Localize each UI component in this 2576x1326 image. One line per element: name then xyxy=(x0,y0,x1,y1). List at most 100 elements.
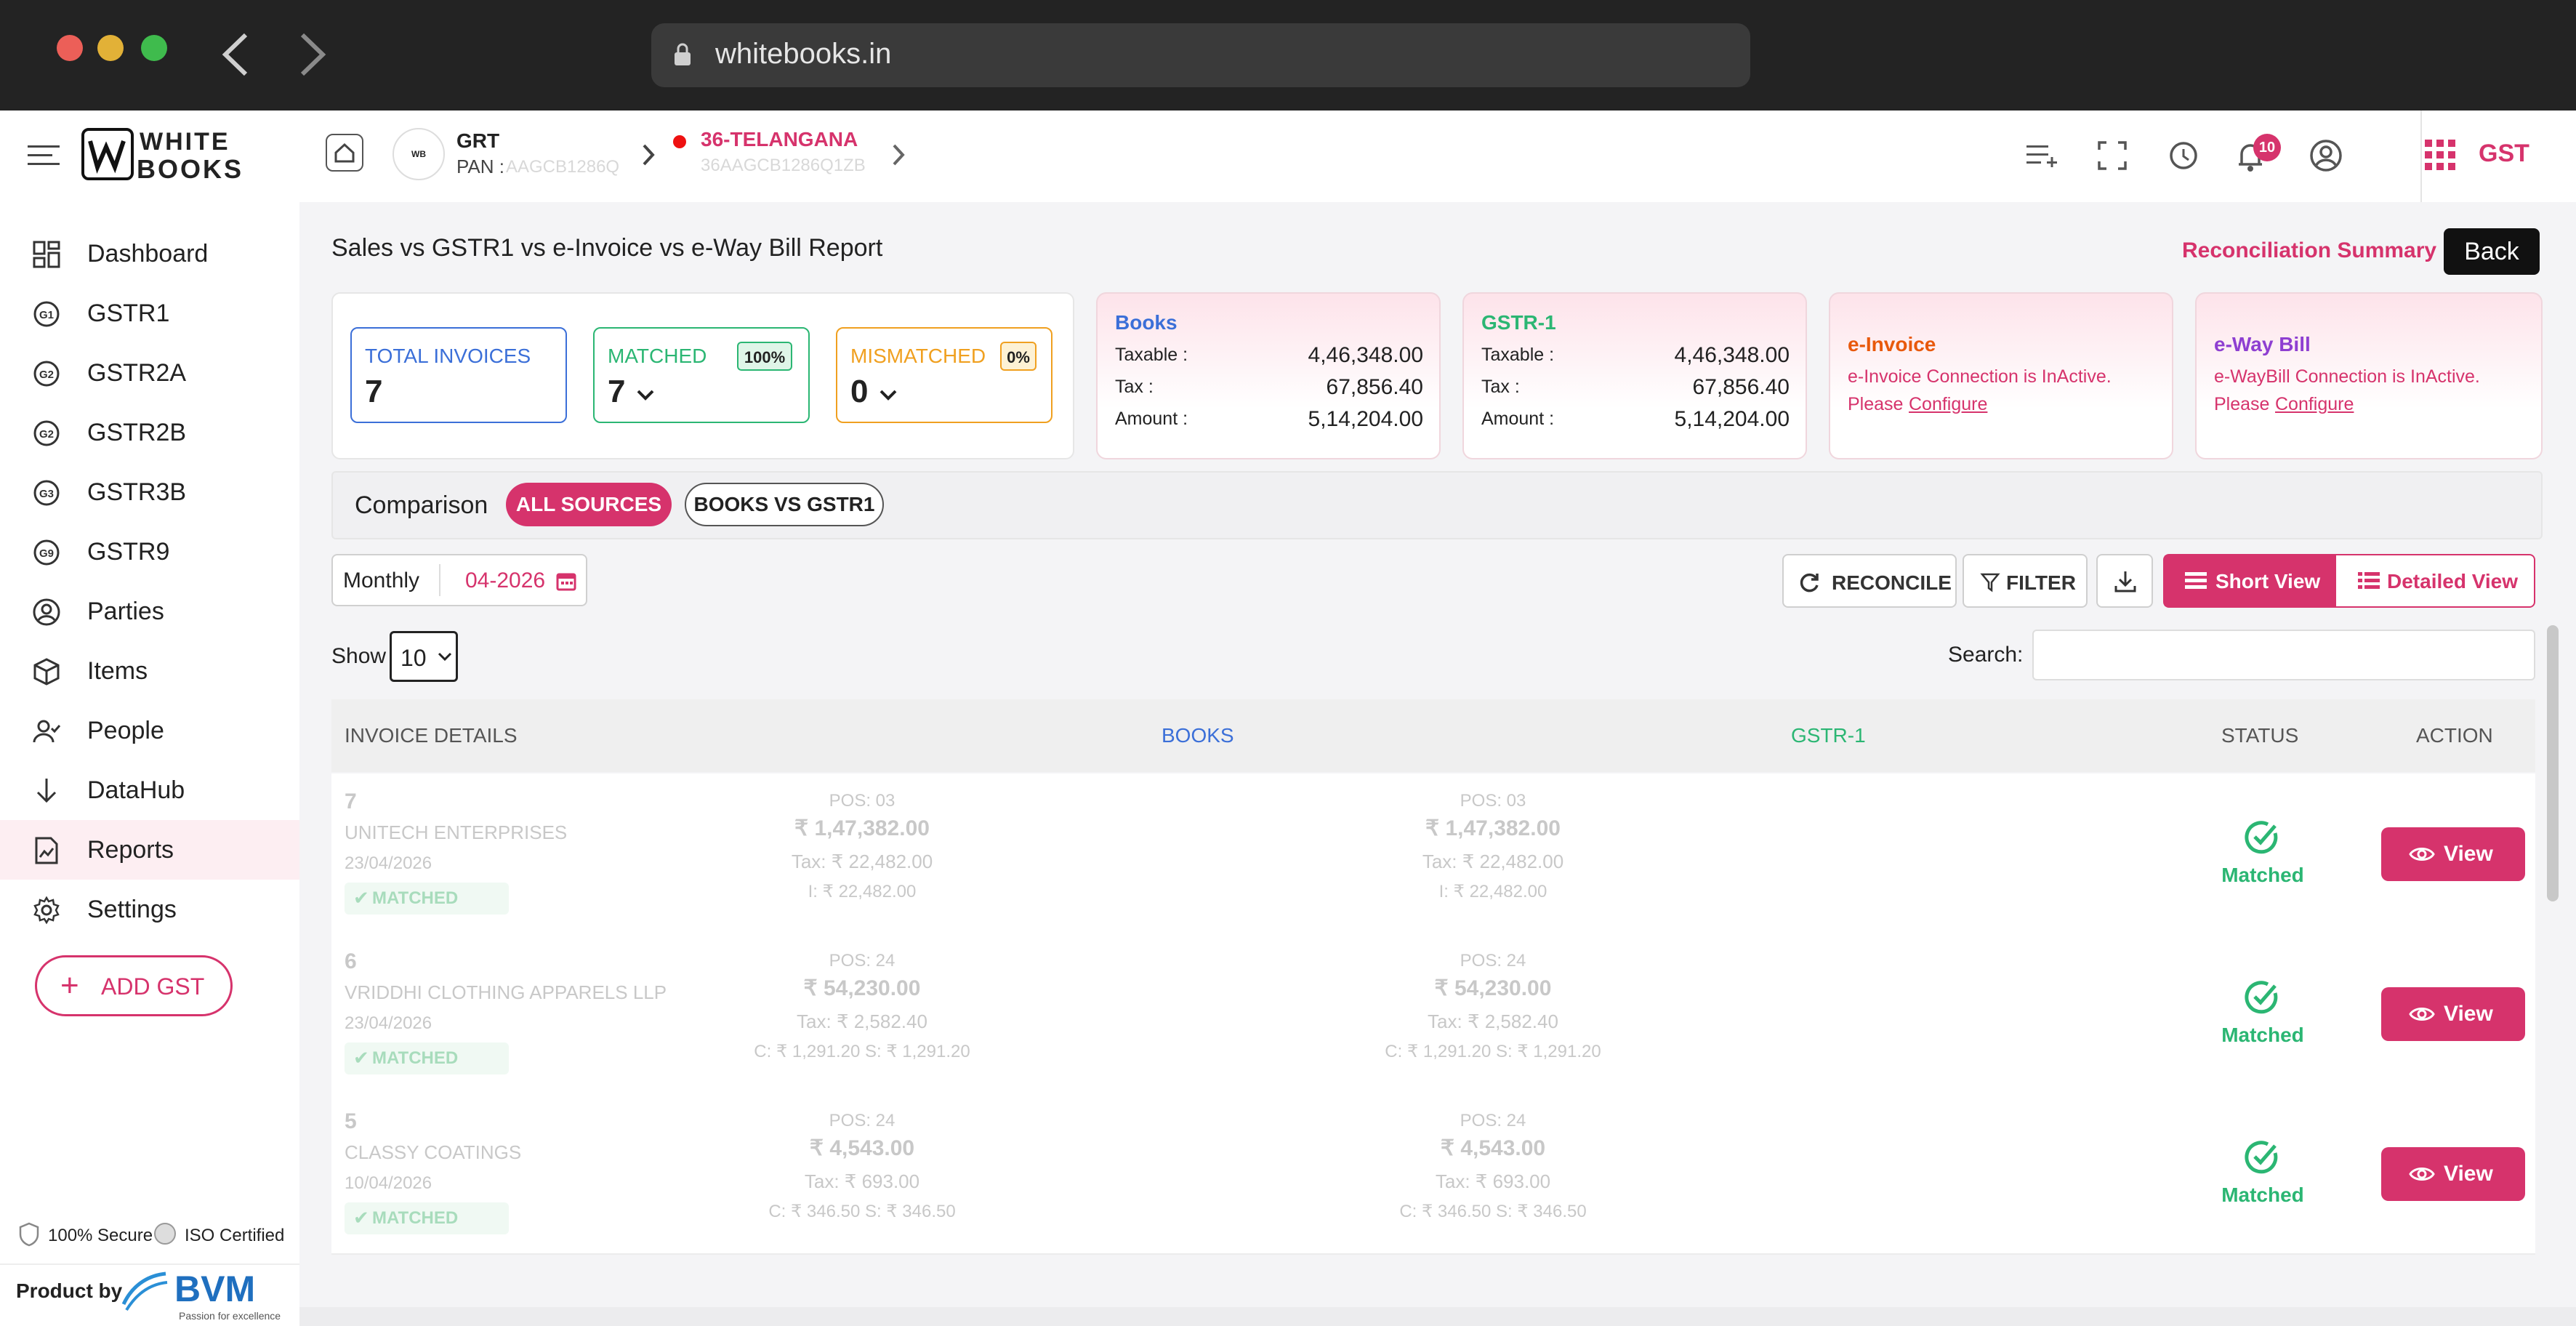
detailed-view-button[interactable]: Detailed View xyxy=(2336,555,2534,606)
sync-icon[interactable] xyxy=(2166,138,2201,173)
svg-text:G3: G3 xyxy=(39,488,54,500)
gstr-split: C: ₹ 1,291.20 S: ₹ 1,291.20 xyxy=(1385,1042,1601,1061)
g2-icon: G2 xyxy=(33,420,60,446)
sidebar-item-dashboard[interactable]: Dashboard xyxy=(0,224,299,284)
download-button[interactable] xyxy=(2096,554,2153,608)
chevron-right-icon[interactable] xyxy=(890,142,907,167)
einvoice-configure-link[interactable]: Configure xyxy=(1909,394,1987,415)
eye-icon xyxy=(2409,848,2435,861)
page-size-select[interactable]: 10 xyxy=(390,631,458,682)
period-selector[interactable]: Monthly 04-2026 xyxy=(331,554,587,606)
lock-icon xyxy=(675,43,691,65)
view-button[interactable]: View xyxy=(2381,827,2525,881)
menu-icon[interactable] xyxy=(28,142,60,169)
table-row: 7 UNITECH ENTERPRISES 23/04/2026 MATCHED ✔ PO… xyxy=(331,774,2535,935)
books-amount: ₹ 1,47,382.00 xyxy=(794,816,930,840)
period-value[interactable]: 04-2026 xyxy=(465,568,545,593)
period-type[interactable]: Monthly xyxy=(343,568,419,593)
gstr-tax: Tax: ₹ 2,582.40 xyxy=(1428,1010,1558,1032)
sidebar-item-settings[interactable]: Settings xyxy=(0,880,299,939)
mismatched-card[interactable]: MISMATCHED 0% 0 xyxy=(836,327,1052,423)
download-icon xyxy=(2114,571,2136,592)
gstr1-taxable-label: Taxable : xyxy=(1481,345,1555,365)
box-icon xyxy=(33,658,60,686)
module-switcher[interactable]: GST xyxy=(2420,110,2576,202)
total-invoices-label: TOTAL INVOICES xyxy=(365,345,531,367)
eway-message: e-WayBill Connection is InActive. xyxy=(2214,366,2480,387)
mismatched-percent-badge: 0% xyxy=(1000,342,1037,371)
matched-badge: MATCHED ✔ xyxy=(345,1042,509,1074)
chevron-down-icon xyxy=(637,390,654,401)
sidebar-item-gstr2b[interactable]: G2 GSTR2B xyxy=(0,403,299,462)
search-input[interactable] xyxy=(2032,630,2535,680)
books-tax-value: 67,856.40 xyxy=(1326,375,1423,399)
sidebar-item-parties[interactable]: Parties xyxy=(0,582,299,641)
books-summary-card: Books Taxable : 4,46,348.00 Tax : 67,856… xyxy=(1096,292,1441,459)
gstr1-amount-label: Amount : xyxy=(1481,409,1555,429)
back-arrow-icon[interactable] xyxy=(218,31,254,79)
close-window-button[interactable] xyxy=(57,35,83,61)
sidebar-item-gstr2a[interactable]: G2 GSTR2A xyxy=(0,343,299,403)
table-header: INVOICE DETAILS BOOKS GSTR-1 STATUS ACTI… xyxy=(331,699,2535,772)
back-button[interactable]: Back xyxy=(2444,228,2540,275)
view-button[interactable]: View xyxy=(2381,987,2525,1041)
status-label: Matched xyxy=(2221,1184,2304,1206)
matched-value: 7 xyxy=(608,374,626,409)
chevron-down-icon xyxy=(880,390,897,401)
reconciliation-summary-link[interactable]: Reconciliation Summary xyxy=(2182,238,2436,263)
short-view-button[interactable]: Short View xyxy=(2165,555,2336,606)
maximize-window-button[interactable] xyxy=(141,35,167,61)
secure-label: 100% Secure xyxy=(48,1226,153,1245)
bvm-swoosh-icon xyxy=(121,1271,168,1311)
sidebar-item-people[interactable]: People xyxy=(0,701,299,760)
sidebar-item-items[interactable]: Items xyxy=(0,641,299,701)
sidebar-item-reports[interactable]: Reports xyxy=(0,820,303,880)
gstr1-tax-label: Tax : xyxy=(1481,377,1520,397)
shield-icon xyxy=(19,1222,39,1247)
state-status-dot xyxy=(673,135,686,148)
invoice-date: 23/04/2026 xyxy=(345,1013,432,1033)
detailed-view-label: Detailed View xyxy=(2387,570,2519,592)
sidebar-divider xyxy=(0,1263,299,1265)
user-profile-icon[interactable] xyxy=(2309,138,2343,173)
sidebar-item-datahub[interactable]: DataHub xyxy=(0,760,299,820)
sidebar-item-label: DataHub xyxy=(87,776,185,804)
books-taxable-label: Taxable : xyxy=(1115,345,1188,365)
forward-arrow-icon[interactable] xyxy=(294,31,330,79)
add-list-icon[interactable] xyxy=(2025,140,2058,173)
sidebar-item-gstr1[interactable]: G1 GSTR1 xyxy=(0,284,299,343)
address-bar[interactable]: whitebooks.in xyxy=(651,23,1750,87)
mismatched-label: MISMATCHED xyxy=(850,345,986,367)
tab-books-vs-gstr1[interactable]: BOOKS VS GSTR1 xyxy=(685,483,884,526)
status-label: Matched xyxy=(2221,1024,2304,1046)
tab-all-sources[interactable]: ALL SOURCES xyxy=(506,483,672,526)
scrollbar-thumb[interactable] xyxy=(2547,625,2559,901)
view-button[interactable]: View xyxy=(2381,1147,2525,1201)
app-header: WHITE BOOKS WB GRT PAN : AAGCB1286Q 36-T… xyxy=(0,110,2576,204)
filter-button[interactable]: FILTER xyxy=(1963,554,2088,608)
table-row: 6 VRIDDHI CLOTHING APPARELS LLP 23/04/2026… xyxy=(331,933,2535,1095)
matched-badge-label: MATCHED xyxy=(372,888,459,908)
sidebar-item-label: GSTR1 xyxy=(87,300,170,327)
gstr-pos: POS: 03 xyxy=(1460,791,1526,811)
home-button[interactable] xyxy=(326,134,363,172)
sidebar-item-label: GSTR3B xyxy=(87,478,187,506)
eway-configure-link[interactable]: Configure xyxy=(2275,394,2354,415)
svg-text:G2: G2 xyxy=(39,369,54,381)
minimize-window-button[interactable] xyxy=(97,35,124,61)
page-title: Sales vs GSTR1 vs e-Invoice vs e-Way Bil… xyxy=(331,234,883,262)
sidebar-item-gstr9[interactable]: G9 GSTR9 xyxy=(0,522,299,582)
sidebar-item-gstr3b[interactable]: G3 GSTR3B xyxy=(0,462,299,522)
table-row: 5 CLASSY COATINGS 10/04/2026 MATCHED ✔ POS: 2… xyxy=(331,1093,2535,1255)
calendar-icon[interactable] xyxy=(555,570,577,592)
books-column-cell: POS: 24 ₹ 54,230.00 Tax: ₹ 2,582.40 C: ₹ 1,… xyxy=(680,933,1044,1092)
reconcile-button[interactable]: RECONCILE xyxy=(1782,554,1957,608)
fullscreen-icon[interactable] xyxy=(2096,140,2128,172)
invoice-date: 23/04/2026 xyxy=(345,853,432,873)
gstr1-amount-value: 5,14,204.00 xyxy=(1674,407,1790,431)
add-gst-button[interactable]: + ADD GST xyxy=(35,955,233,1016)
company-avatar: WB xyxy=(393,128,445,180)
chevron-right-icon[interactable] xyxy=(640,142,657,167)
matched-card[interactable]: MATCHED 100% 7 xyxy=(593,327,810,423)
gstr-pos: POS: 24 xyxy=(1460,951,1526,971)
